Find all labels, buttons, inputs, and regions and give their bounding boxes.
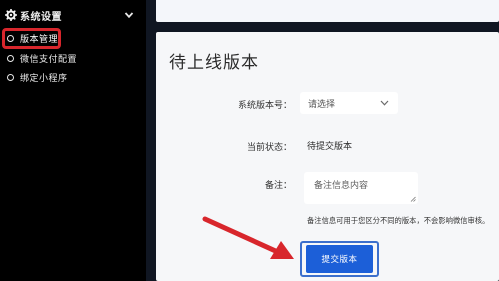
chevron-down-icon [380, 100, 389, 106]
page-title: 待上线版本 [169, 53, 259, 73]
version-select-value: 请选择 [308, 100, 336, 110]
sidebar-group-system-settings[interactable]: 系统设置 [0, 6, 146, 26]
chevron-down-icon [124, 12, 134, 19]
bullet-circle-icon [7, 74, 14, 81]
status-label: 当前状态： [246, 143, 292, 153]
sidebar-item-label: 微信支付配置 [20, 55, 78, 65]
remark-label: 备注： [264, 181, 292, 191]
version-select[interactable]: 请选择 [300, 92, 398, 114]
version-label: 系统版本号： [237, 101, 292, 111]
status-value: 待提交版本 [307, 142, 353, 152]
submit-version-button[interactable]: 提交版本 [306, 245, 373, 273]
pending-version-card: 待上线版本 系统版本号： 请选择 当前状态： 待提交版本 备注： 备注信息内容 … [156, 32, 499, 281]
remark-help-text: 备注信息可用于您区分不同的版本，不会影响微信审核。 [307, 216, 490, 225]
sidebar-group-label: 系统设置 [20, 12, 62, 23]
sidebar: 系统设置 版本管理 微信支付配置 绑定小程序 [0, 0, 146, 281]
resize-handle-icon[interactable] [410, 196, 416, 202]
sidebar-item-bind-miniprogram[interactable]: 绑定小程序 [0, 70, 146, 86]
bullet-circle-icon [7, 55, 14, 62]
highlight-box [2, 28, 61, 49]
remark-placeholder: 备注信息内容 [314, 181, 369, 191]
main-panel: 待上线版本 系统版本号： 请选择 当前状态： 待提交版本 备注： 备注信息内容 … [146, 0, 499, 281]
top-card [156, 0, 499, 22]
remark-textarea[interactable]: 备注信息内容 [304, 172, 418, 204]
sidebar-item-wechat-pay-config[interactable]: 微信支付配置 [0, 51, 146, 67]
gear-icon [5, 9, 17, 21]
sidebar-item-label: 绑定小程序 [20, 74, 68, 84]
